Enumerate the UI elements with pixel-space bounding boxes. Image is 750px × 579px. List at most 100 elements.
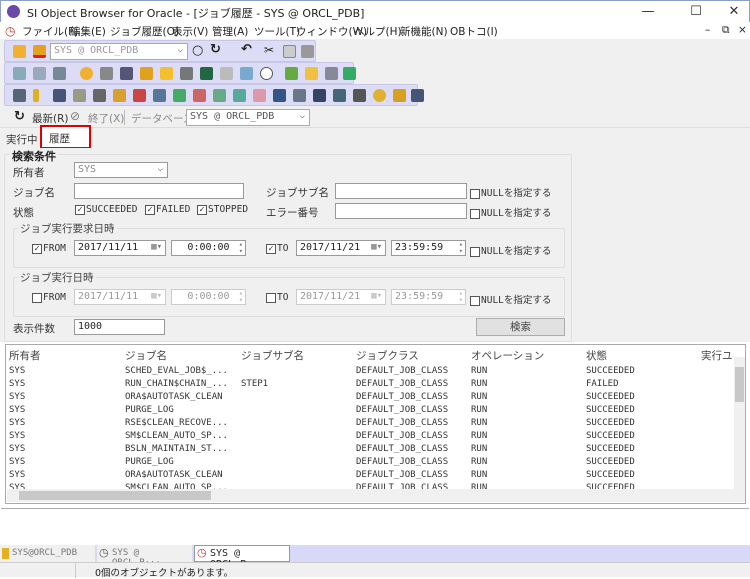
script-icon[interactable] (33, 67, 46, 80)
column-header[interactable]: オペレーション (471, 348, 544, 363)
table-row[interactable]: SYS RUN_CHAIN$CHAIN_... STEP1 DEFAULT_JOB_C… (6, 378, 732, 391)
index-icon[interactable] (193, 89, 206, 102)
tab-history[interactable]: 履歴 (40, 125, 91, 149)
calendar-dropdown-icon[interactable]: ▦▾ (151, 291, 162, 301)
menu-view[interactable]: 表示(V) (172, 24, 208, 39)
column-header[interactable]: ジョブクラス (356, 348, 419, 363)
files-icon[interactable] (220, 67, 233, 80)
count-input[interactable]: 1000 (74, 319, 165, 335)
error-null-checkbox[interactable]: NULLを指定する (470, 205, 551, 219)
req-to-checkbox[interactable]: ✓ TO (266, 243, 288, 254)
column-header[interactable]: ジョブ名 (125, 348, 167, 363)
copy-icon[interactable] (283, 45, 296, 58)
vertical-scroll-thumb[interactable] (735, 367, 744, 402)
error-input[interactable] (335, 203, 467, 219)
minimize-button[interactable]: — (633, 4, 663, 19)
calendar-dropdown-icon[interactable]: ▦▾ (371, 242, 382, 252)
doc-tab-3-active[interactable]: ◷ SYS @ ORCL_P··· (194, 545, 290, 570)
doc-tab-2[interactable]: ◷ SYS @ ORCL_P··· (97, 545, 192, 568)
run-from-checkbox[interactable]: FROM (32, 292, 66, 303)
view-icon[interactable] (53, 89, 66, 102)
user-icon[interactable] (80, 67, 93, 80)
connection-select[interactable]: SYS @ ORCL_PDB ⌵ (50, 43, 188, 60)
req-to-date[interactable]: 2017/11/21 ▦▾ (296, 240, 386, 256)
close-button[interactable]: ✕ (719, 4, 749, 19)
spinner-icon[interactable]: ▴ ▾ (459, 290, 463, 304)
directory-icon[interactable] (333, 89, 346, 102)
menu-new-features[interactable]: 新機能(N) (400, 24, 448, 39)
table-row[interactable]: SYS RSE$CLEAN_RECOVE... DEFAULT_JOB_CLASS R… (6, 417, 732, 430)
cluster-icon[interactable] (233, 89, 246, 102)
lob-icon[interactable] (411, 89, 424, 102)
horizontal-scroll-thumb[interactable] (19, 491, 211, 500)
tab-running[interactable]: 実行中 (6, 132, 38, 147)
req-to-time[interactable]: 23:59:59 ▴ ▾ (391, 240, 466, 256)
menu-tools[interactable]: ツール(T) (254, 24, 300, 39)
column-header[interactable]: 所有者 (9, 348, 41, 363)
table-row[interactable]: SYS ORA$AUTOTASK_CLEAN DEFAULT_JOB_CLASS RU… (6, 469, 732, 482)
function-icon[interactable] (153, 89, 166, 102)
report-icon[interactable] (305, 67, 318, 80)
sequence-icon[interactable] (93, 89, 106, 102)
table-icon[interactable] (13, 89, 26, 102)
run-to-date[interactable]: 2017/11/21 ▦▾ (296, 289, 386, 305)
procedure-icon[interactable] (133, 89, 146, 102)
export-icon[interactable] (343, 67, 356, 80)
constraint-icon[interactable] (213, 89, 226, 102)
column-header[interactable]: ジョブサブ名 (241, 348, 304, 363)
calendar-dropdown-icon[interactable]: ▦▾ (151, 242, 162, 252)
menu-help[interactable]: ヘルプ(H) (354, 24, 402, 39)
circle-icon[interactable]: ○ (192, 43, 203, 58)
run-from-date[interactable]: 2017/11/11 ▦▾ (74, 289, 166, 305)
succeeded-checkbox[interactable]: ✓ SUCCEEDED (75, 204, 137, 215)
calendar-dropdown-icon[interactable]: ▦▾ (371, 291, 382, 301)
key-icon[interactable] (33, 89, 39, 102)
transfer-icon[interactable] (285, 67, 298, 80)
undo-icon[interactable]: ↶ (241, 42, 252, 57)
spinner-icon[interactable]: ▴ ▾ (239, 290, 243, 304)
run-to-checkbox[interactable]: TO (266, 292, 288, 303)
run-to-time[interactable]: 23:59:59 ▴ ▾ (391, 289, 466, 305)
refresh-button[interactable]: 最新(R) (32, 111, 69, 126)
menu-job-history[interactable]: ジョブ履歴(O) (110, 24, 179, 39)
menu-edit[interactable]: 編集(E) (70, 24, 106, 39)
mdi-close-button[interactable]: × (738, 24, 747, 36)
memory-icon[interactable] (200, 67, 213, 80)
job-name-input[interactable] (74, 183, 244, 199)
req-from-time[interactable]: 0:00:00 ▴ ▾ (171, 240, 246, 256)
menu-ob-toku[interactable]: OBトコ(I) (450, 24, 498, 39)
java-icon[interactable] (393, 89, 406, 102)
table-row[interactable]: SYS PURGE_LOG DEFAULT_JOB_CLASS RUN SUCCEEDE… (6, 404, 732, 417)
calendar-icon[interactable] (353, 89, 366, 102)
table-row[interactable]: SYS BSLN_MAINTAIN_ST... DEFAULT_JOB_CLASS R… (6, 443, 732, 456)
owner-select[interactable]: SYS ⌵ (74, 162, 168, 178)
package-icon[interactable] (113, 89, 126, 102)
req-null-checkbox[interactable]: NULLを指定する (470, 243, 551, 257)
mdi-restore-button[interactable]: ⧉ (722, 24, 730, 37)
library-icon[interactable] (273, 89, 286, 102)
spinner-icon[interactable]: ▴ ▾ (459, 241, 463, 255)
cut-icon[interactable]: ✂ (264, 43, 274, 57)
failed-checkbox[interactable]: ✓ FAILED (145, 204, 190, 215)
req-from-date[interactable]: 2017/11/11 ▦▾ (74, 240, 166, 256)
table-row[interactable]: SYS ORA$AUTOTASK_CLEAN DEFAULT_JOB_CLASS RU… (6, 391, 732, 404)
stopped-checkbox[interactable]: ✓ STOPPED (197, 204, 248, 215)
refresh-icon[interactable]: ↻ (210, 42, 221, 57)
lock-icon[interactable] (140, 67, 153, 80)
column-header[interactable]: 実行ユ (701, 348, 733, 363)
table-row[interactable]: SYS SCHED_EVAL_JOB$_... DEFAULT_JOB_CLASS R… (6, 365, 732, 378)
run-from-time[interactable]: 0:00:00 ▴ ▾ (171, 289, 246, 305)
trigger-icon[interactable] (173, 89, 186, 102)
table-row[interactable]: SYS SM$CLEAN_AUTO_SP... DEFAULT_JOB_CLASS R… (6, 430, 732, 443)
queue-icon[interactable] (293, 89, 306, 102)
req-from-checkbox[interactable]: ✓ FROM (32, 243, 66, 254)
menu-admin[interactable]: 管理(A) (212, 24, 248, 39)
computer-icon[interactable] (120, 67, 133, 80)
scheduler-clock-icon[interactable] (260, 67, 273, 80)
refresh-file-icon[interactable] (240, 67, 253, 80)
connect-icon[interactable] (13, 45, 26, 58)
stop-button[interactable]: 終了(X) (88, 111, 124, 126)
job-sub-null-checkbox[interactable]: NULLを指定する (470, 185, 551, 199)
maximize-button[interactable]: ☐ (681, 4, 711, 19)
synonym-icon[interactable] (73, 89, 86, 102)
